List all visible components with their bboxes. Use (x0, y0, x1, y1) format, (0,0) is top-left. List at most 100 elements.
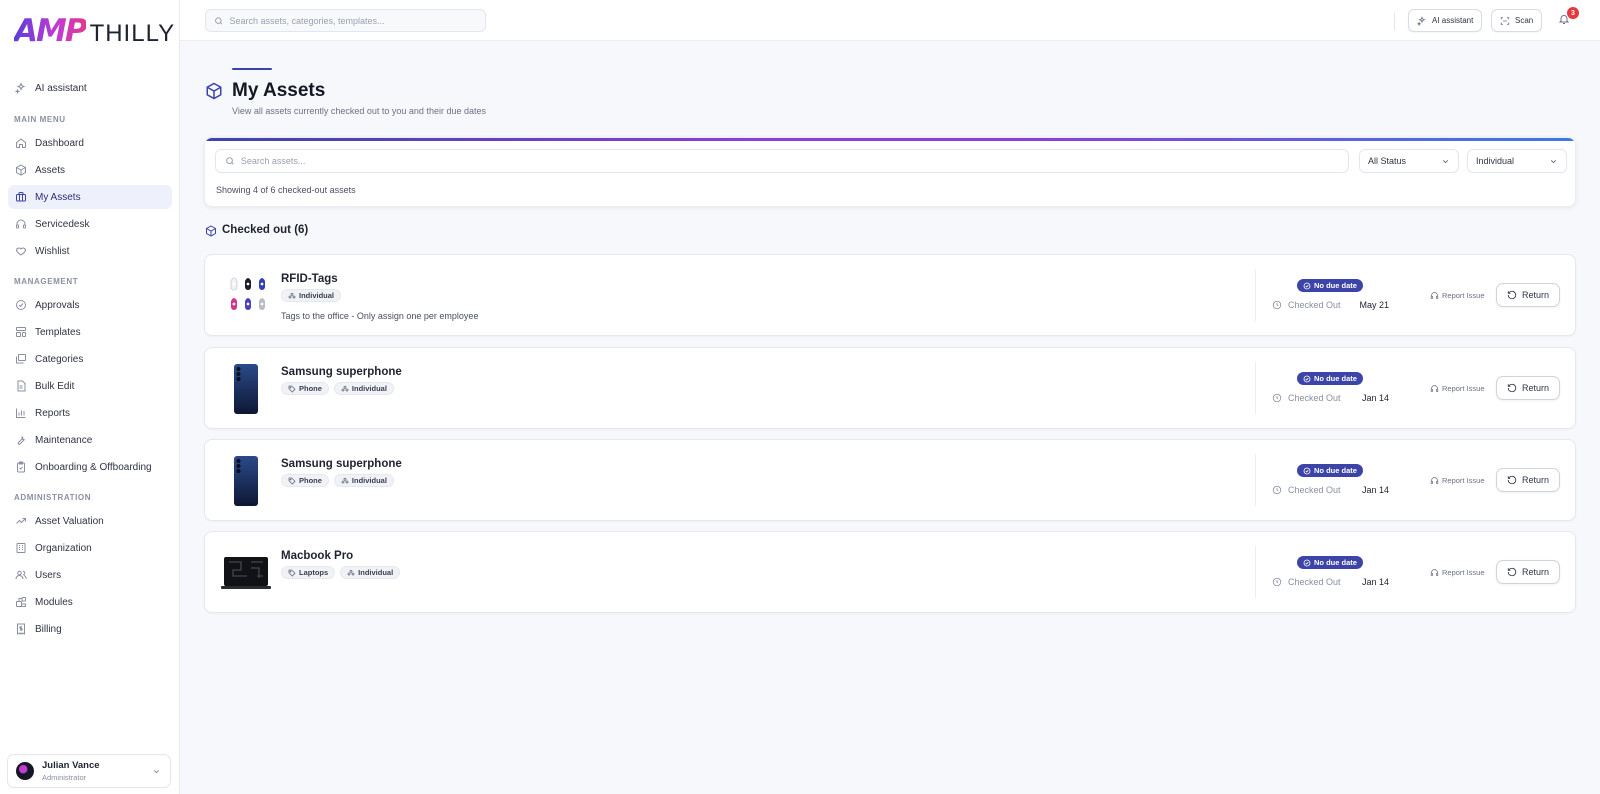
asset-card[interactable]: Samsung superphone Phone Individual No d… (204, 347, 1576, 429)
sidebar-item-templates[interactable]: Templates (8, 320, 172, 344)
report-issue-link[interactable]: Report Issue (1430, 384, 1485, 393)
asset-tags: Phone Individual (281, 474, 394, 487)
sidebar-item-maintenance[interactable]: Maintenance (8, 428, 172, 452)
title-accent (232, 68, 272, 70)
global-search[interactable] (205, 9, 486, 32)
user-menu[interactable]: Julian Vance Administrator (7, 754, 171, 788)
trending-up-icon (16, 518, 26, 524)
sidebar-item-categories[interactable]: Categories (8, 347, 172, 371)
asset-card[interactable]: Samsung superphone Phone Individual No d… (204, 439, 1576, 521)
report-issue-link[interactable]: Report Issue (1430, 291, 1485, 300)
layout-icon (16, 327, 26, 337)
tag-label: Individual (299, 291, 335, 300)
ai-assistant-button[interactable]: AI assistant (1408, 9, 1483, 32)
report-issue-label: Report Issue (1442, 568, 1485, 577)
asset-search[interactable] (215, 149, 1349, 173)
sidebar-item-reports[interactable]: Reports (8, 401, 172, 425)
asset-tags: Individual (281, 289, 342, 302)
page-subtitle: View all assets currently checked out to… (232, 106, 486, 116)
phone-thumbnail (234, 364, 258, 414)
sidebar-item-label: Bulk Edit (35, 380, 75, 392)
avatar (16, 762, 34, 780)
sidebar-item-onboarding-offboarding[interactable]: Onboarding & Offboarding (8, 455, 172, 479)
type-select[interactable]: Individual (1467, 149, 1567, 173)
tag-chip: Phone (281, 382, 329, 395)
tag-label: Individual (351, 384, 387, 393)
sidebar-item-label: Billing (35, 623, 62, 635)
brand-logo[interactable]: AMP THILLY (14, 13, 174, 49)
sidebar-item-bulk-edit[interactable]: Bulk Edit (8, 374, 172, 398)
chevron-down-icon (1550, 159, 1557, 163)
sidebar-item-ai-assistant[interactable]: AI assistant (8, 76, 172, 100)
checked-out-label: Checked Out (1288, 577, 1341, 587)
divider (1394, 12, 1395, 30)
status-select[interactable]: All Status (1359, 149, 1459, 173)
sidebar-item-my-assets[interactable]: My Assets (8, 185, 172, 209)
tag-chip: Individual (340, 566, 401, 579)
asset-search-input[interactable] (240, 156, 1348, 166)
sidebar-item-dashboard[interactable]: Dashboard (8, 131, 172, 155)
sparkles-icon (1417, 15, 1426, 26)
sidebar-item-label: Templates (35, 326, 81, 338)
sidebar-item-servicedesk[interactable]: Servicedesk (8, 212, 172, 236)
sidebar-item-assets[interactable]: Assets (8, 158, 172, 182)
clock-icon (1272, 577, 1282, 587)
sidebar: AMP THILLY AI assistant MAIN MENU Dashbo… (0, 0, 180, 794)
due-date-label: No due date (1314, 466, 1357, 475)
users-icon (347, 569, 355, 575)
divider (1255, 454, 1256, 506)
rotate-ccw-icon (1507, 290, 1517, 300)
phone-thumbnail (234, 456, 258, 506)
tag-chip: Individual (281, 289, 342, 302)
report-issue-label: Report Issue (1442, 476, 1485, 485)
report-issue-link[interactable]: Report Issue (1430, 476, 1485, 485)
due-date-badge: No due date (1297, 556, 1363, 569)
user-name: Julian Vance (42, 760, 100, 771)
asset-card[interactable]: Macbook Pro Laptops Individual No due da… (204, 531, 1576, 613)
scan-button[interactable]: Scan (1491, 9, 1543, 32)
global-search-input[interactable] (229, 15, 485, 26)
sidebar-item-billing[interactable]: Billing (8, 617, 172, 641)
filter-panel: All Status Individual Showing 4 of 6 che… (204, 137, 1576, 207)
users-icon (341, 477, 349, 483)
top-bar: AI assistant Scan 3 (180, 0, 1600, 41)
clock-icon (1272, 485, 1282, 495)
report-issue-label: Report Issue (1442, 384, 1485, 393)
checked-out-date: Jan 14 (1361, 393, 1389, 403)
tag-chip: Individual (333, 382, 394, 395)
sidebar-item-label: Servicedesk (35, 218, 90, 230)
sidebar-item-asset-valuation[interactable]: Asset Valuation (8, 509, 172, 533)
scan-label: Scan (1515, 16, 1534, 25)
return-button[interactable]: Return (1496, 468, 1560, 492)
asset-description: Tags to the office - Only assign one per… (281, 311, 479, 321)
checked-out-status: Checked Out (1272, 300, 1341, 310)
nav-section-main-menu: MAIN MENU (14, 115, 66, 124)
report-issue-link[interactable]: Report Issue (1430, 568, 1485, 577)
sidebar-item-label: My Assets (35, 191, 81, 203)
tag-label: Phone (299, 476, 322, 485)
sidebar-item-organization[interactable]: Organization (8, 536, 172, 560)
sidebar-item-users[interactable]: Users (8, 563, 172, 587)
users-icon (15, 570, 27, 580)
return-button[interactable]: Return (1496, 283, 1560, 307)
return-button[interactable]: Return (1496, 376, 1560, 400)
sidebar-item-modules[interactable]: Modules (8, 590, 172, 614)
due-date-badge: No due date (1297, 372, 1363, 385)
rotate-ccw-icon (1507, 475, 1517, 485)
scan-icon (1500, 16, 1510, 25)
sidebar-item-label: Categories (35, 353, 84, 365)
return-label: Return (1521, 383, 1549, 393)
return-label: Return (1521, 567, 1549, 577)
sidebar-item-approvals[interactable]: Approvals (8, 293, 172, 317)
sidebar-item-label: Wishlist (35, 245, 70, 257)
checked-out-date: Jan 14 (1361, 485, 1389, 495)
tag-label: Individual (351, 476, 387, 485)
sidebar-item-wishlist[interactable]: Wishlist (8, 239, 172, 263)
users-icon (341, 385, 349, 391)
sidebar-item-label: Dashboard (35, 137, 84, 149)
tag-chip: Phone (281, 474, 329, 487)
wrench-icon (17, 436, 25, 445)
asset-card[interactable]: RFID-Tags Individual Tags to the office … (204, 254, 1576, 336)
return-button[interactable]: Return (1496, 560, 1560, 584)
building-icon (16, 543, 26, 553)
